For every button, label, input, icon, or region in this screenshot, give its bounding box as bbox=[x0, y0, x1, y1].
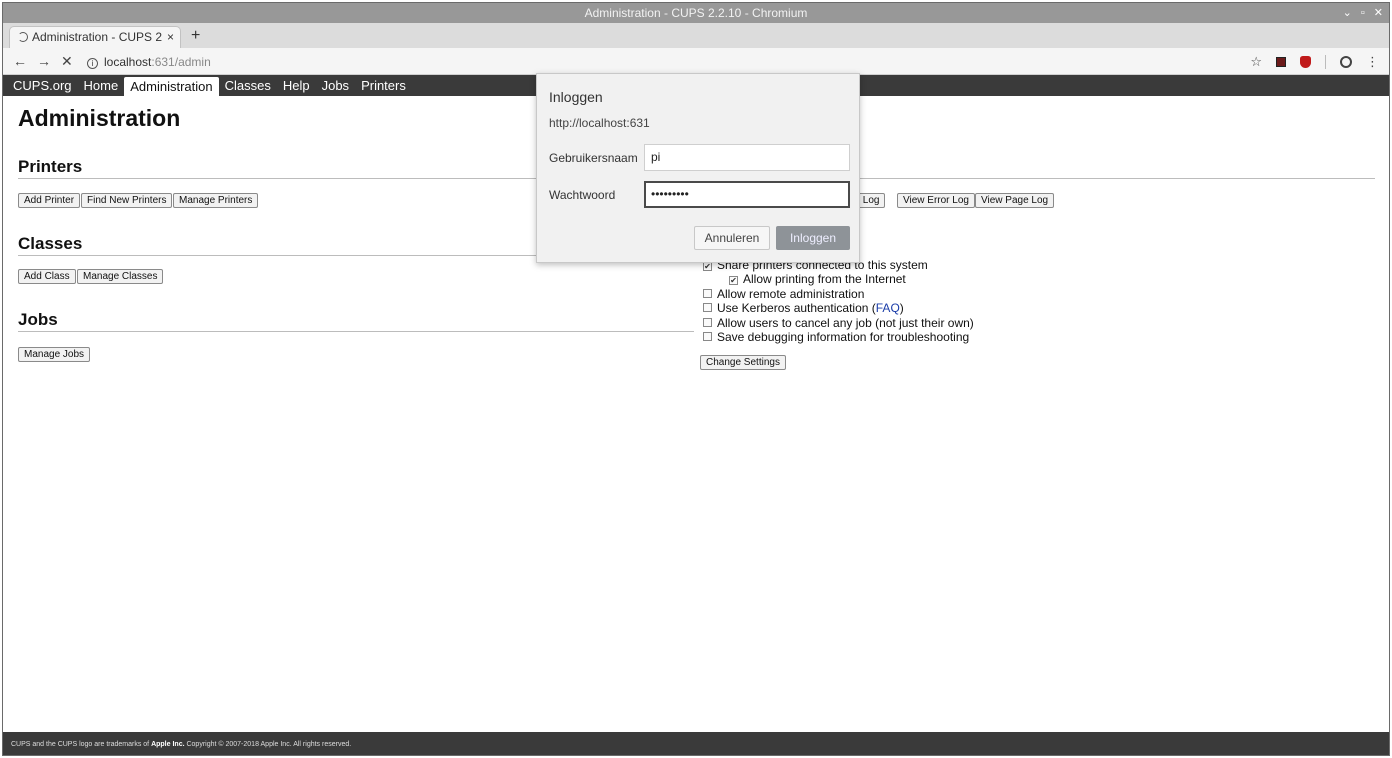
window-titlebar: Administration - CUPS 2.2.10 - Chromium … bbox=[3, 3, 1389, 23]
tab-strip: Administration - CUPS 2 × + bbox=[3, 23, 1389, 48]
dialog-url: http://localhost:631 bbox=[549, 116, 650, 130]
back-icon[interactable]: ← bbox=[13, 52, 27, 70]
nav-classes[interactable]: Classes bbox=[219, 76, 277, 95]
extension-icon[interactable] bbox=[1276, 57, 1286, 67]
minimize-icon[interactable]: ⌄ bbox=[1343, 3, 1352, 23]
tab-close-icon[interactable]: × bbox=[167, 27, 174, 47]
loading-spinner-icon bbox=[18, 32, 28, 42]
stop-icon[interactable]: ✕ bbox=[61, 52, 73, 70]
change-settings-button[interactable]: Change Settings bbox=[700, 355, 786, 370]
view-error-log-button[interactable]: View Error Log bbox=[897, 193, 975, 208]
debug-info-checkbox[interactable] bbox=[703, 332, 712, 341]
add-printer-button[interactable]: Add Printer bbox=[18, 193, 81, 208]
forward-icon[interactable]: → bbox=[37, 52, 51, 70]
site-info-icon[interactable]: i bbox=[87, 58, 98, 69]
page-title: Administration bbox=[18, 105, 181, 131]
tab-title: Administration - CUPS 2 bbox=[32, 30, 163, 44]
browser-tab[interactable]: Administration - CUPS 2 × bbox=[9, 26, 181, 48]
url-path: :631/admin bbox=[151, 55, 211, 69]
find-new-printers-button[interactable]: Find New Printers bbox=[81, 193, 173, 208]
ublock-shield-icon[interactable] bbox=[1300, 56, 1311, 68]
nav-printers[interactable]: Printers bbox=[355, 76, 412, 95]
view-page-log-button[interactable]: View Page Log bbox=[975, 193, 1055, 208]
classes-heading: Classes bbox=[18, 234, 83, 253]
remote-admin-checkbox[interactable] bbox=[703, 289, 712, 298]
url-host: localhost bbox=[104, 55, 152, 69]
faq-link[interactable]: FAQ bbox=[876, 301, 900, 315]
nav-jobs[interactable]: Jobs bbox=[316, 76, 355, 95]
nav-cups-org[interactable]: CUPS.org bbox=[7, 76, 78, 95]
browser-toolbar: ← → ✕ i localhost:631/admin ☆ ⋮ bbox=[3, 48, 1389, 75]
setting-cancel-any-job[interactable]: Allow users to cancel any job (not just … bbox=[703, 316, 974, 330]
browser-menu-icon[interactable]: ⋮ bbox=[1366, 54, 1379, 70]
password-label: Wachtwoord bbox=[549, 188, 616, 202]
manage-classes-button[interactable]: Manage Classes bbox=[77, 269, 164, 284]
login-button[interactable]: Inloggen bbox=[776, 226, 850, 250]
nav-help[interactable]: Help bbox=[277, 76, 316, 95]
page-footer: CUPS and the CUPS logo are trademarks of… bbox=[3, 732, 1389, 755]
password-input[interactable]: ••••••••• bbox=[644, 181, 850, 208]
cancel-any-job-checkbox[interactable] bbox=[703, 318, 712, 327]
login-dialog: Inloggen http://localhost:631 Gebruikers… bbox=[536, 73, 860, 263]
kerberos-checkbox[interactable] bbox=[703, 303, 712, 312]
apple-link[interactable]: Apple Inc. bbox=[151, 741, 184, 748]
toolbar-actions: ☆ ⋮ bbox=[1250, 52, 1379, 72]
address-bar[interactable]: i localhost:631/admin bbox=[87, 52, 211, 72]
setting-remote-admin[interactable]: Allow remote administration bbox=[703, 287, 864, 301]
printers-heading: Printers bbox=[18, 157, 83, 176]
browser-window: Administration - CUPS 2.2.10 - Chromium … bbox=[2, 2, 1390, 756]
profile-avatar-icon[interactable] bbox=[1340, 56, 1352, 68]
jobs-rule bbox=[18, 331, 694, 332]
cancel-button[interactable]: Annuleren bbox=[694, 226, 770, 250]
internet-printing-checkbox[interactable]: ✔ bbox=[729, 276, 738, 285]
username-label: Gebruikersnaam bbox=[549, 151, 638, 165]
manage-printers-button[interactable]: Manage Printers bbox=[173, 193, 259, 208]
share-printers-checkbox[interactable]: ✔ bbox=[703, 262, 712, 271]
window-controls: ⌄ ▫ ✕ bbox=[1343, 3, 1383, 23]
new-tab-button[interactable]: + bbox=[191, 26, 200, 46]
manage-jobs-button[interactable]: Manage Jobs bbox=[18, 347, 91, 362]
dialog-title: Inloggen bbox=[549, 89, 603, 105]
toolbar-divider bbox=[1325, 55, 1326, 69]
bookmark-star-icon[interactable]: ☆ bbox=[1250, 54, 1262, 70]
nav-administration[interactable]: Administration bbox=[124, 77, 219, 96]
setting-debug-info[interactable]: Save debugging information for troublesh… bbox=[703, 330, 969, 344]
username-input[interactable]: pi bbox=[644, 144, 850, 171]
add-class-button[interactable]: Add Class bbox=[18, 269, 76, 284]
window-title: Administration - CUPS 2.2.10 - Chromium bbox=[584, 6, 808, 20]
nav-home[interactable]: Home bbox=[78, 76, 125, 95]
setting-allow-internet-printing[interactable]: ✔ Allow printing from the Internet bbox=[729, 272, 906, 286]
maximize-icon[interactable]: ▫ bbox=[1361, 3, 1365, 23]
setting-kerberos[interactable]: Use Kerberos authentication (FAQ) bbox=[703, 301, 904, 315]
close-window-icon[interactable]: ✕ bbox=[1374, 3, 1383, 23]
jobs-heading: Jobs bbox=[18, 310, 58, 329]
